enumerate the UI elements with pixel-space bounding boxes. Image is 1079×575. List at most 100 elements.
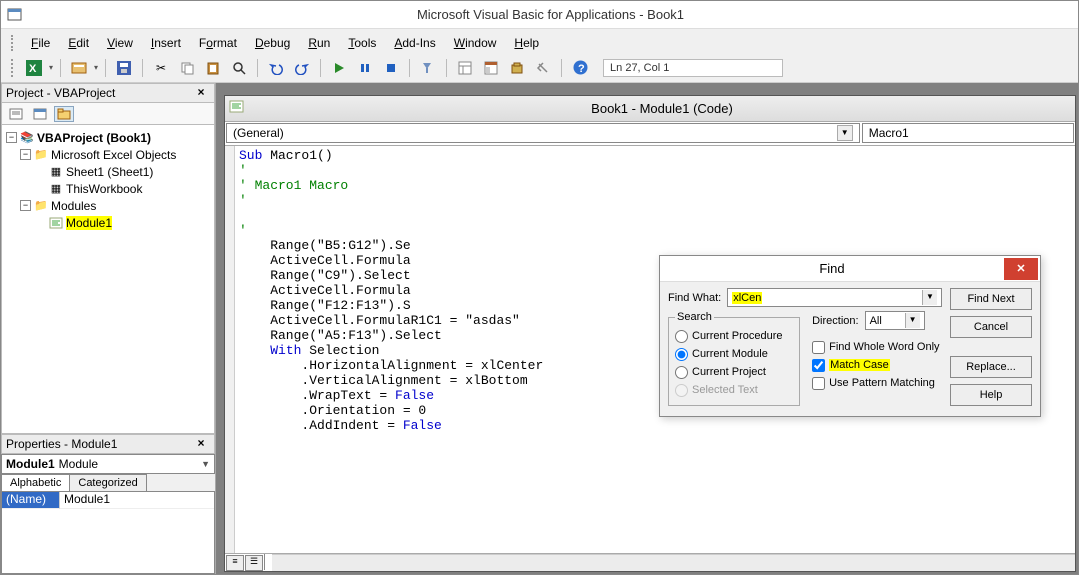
radio-current-module[interactable]: Current Module xyxy=(675,345,793,363)
properties-panel: Properties - Module1 × Module1 Module ▼ … xyxy=(1,434,215,574)
toolbar-grip[interactable] xyxy=(11,59,17,77)
find-close-icon[interactable]: ✕ xyxy=(1004,258,1038,280)
save-icon[interactable] xyxy=(113,57,135,79)
find-what-value: xlCen xyxy=(732,292,762,304)
module-icon xyxy=(48,217,64,229)
help-icon[interactable]: ? xyxy=(569,57,591,79)
cut-icon[interactable]: ✂ xyxy=(150,57,172,79)
tree-thisworkbook[interactable]: ThisWorkbook xyxy=(66,182,142,196)
tree-collapse-icon[interactable]: − xyxy=(20,149,31,160)
code-window-icon xyxy=(225,100,249,117)
direction-label: Direction: xyxy=(812,315,858,327)
check-whole-word[interactable]: Find Whole Word Only xyxy=(812,338,942,356)
dropdown-arrow-icon[interactable]: ▼ xyxy=(201,459,210,469)
copy-icon[interactable] xyxy=(176,57,198,79)
properties-tabs: Alphabetic Categorized xyxy=(1,474,215,492)
find-icon[interactable] xyxy=(228,57,250,79)
menu-help[interactable]: Help xyxy=(506,34,547,52)
tree-root[interactable]: VBAProject (Book1) xyxy=(37,131,151,145)
project-panel-toolbar xyxy=(1,103,215,125)
find-next-button[interactable]: Find Next xyxy=(950,288,1032,310)
properties-object-type: Module xyxy=(59,457,98,471)
radio-selected-text: Selected Text xyxy=(675,381,793,399)
toolbox-icon[interactable] xyxy=(532,57,554,79)
find-what-label: Find What: xyxy=(668,292,721,304)
dropdown-arrow-icon[interactable]: ▼ xyxy=(837,125,853,141)
procedure-dropdown[interactable]: Macro1 xyxy=(862,123,1074,143)
tree-collapse-icon[interactable]: − xyxy=(20,200,31,211)
radio-current-procedure[interactable]: Current Procedure xyxy=(675,327,793,345)
menu-run[interactable]: Run xyxy=(300,34,338,52)
app-window: Microsoft Visual Basic for Applications … xyxy=(0,0,1079,575)
code-gutter xyxy=(225,146,235,553)
help-button[interactable]: Help xyxy=(950,384,1032,406)
code-window-titlebar[interactable]: Book1 - Module1 (Code) xyxy=(225,96,1075,122)
redo-icon[interactable] xyxy=(291,57,313,79)
procedure-view-icon[interactable]: ≡ xyxy=(226,555,244,571)
radio-current-project[interactable]: Current Project xyxy=(675,363,793,381)
insert-dropdown-icon[interactable] xyxy=(68,57,90,79)
toggle-folders-icon[interactable] xyxy=(54,106,74,122)
menu-window[interactable]: Window xyxy=(446,34,505,52)
project-tree[interactable]: −📚VBAProject (Book1) −📁Microsoft Excel O… xyxy=(1,125,215,434)
menu-insert[interactable]: Insert xyxy=(143,34,189,52)
full-module-view-icon[interactable]: ☰ xyxy=(245,555,263,571)
undo-icon[interactable] xyxy=(265,57,287,79)
view-code-icon[interactable] xyxy=(6,106,26,122)
code-window-dropdowns: (General)▼ Macro1 xyxy=(225,122,1075,146)
project-panel-header: Project - VBAProject × xyxy=(1,83,215,103)
view-object-icon[interactable] xyxy=(30,106,50,122)
cancel-button[interactable]: Cancel xyxy=(950,316,1032,338)
menu-file[interactable]: File xyxy=(23,34,58,52)
toolbar: X ▾ ▾ ✂ ? Ln 27, Col 1 xyxy=(1,53,1078,83)
excel-icon[interactable]: X xyxy=(23,57,45,79)
project-panel-close-icon[interactable]: × xyxy=(192,85,210,101)
folder-icon: 📁 xyxy=(33,148,49,161)
app-icon xyxy=(7,8,23,22)
menu-format[interactable]: Format xyxy=(191,34,245,52)
project-explorer-icon[interactable] xyxy=(454,57,476,79)
code-window-footer: ≡ ☰ xyxy=(225,553,1075,571)
break-icon[interactable] xyxy=(354,57,376,79)
property-row[interactable]: (Name) Module1 xyxy=(2,492,214,509)
check-match-case[interactable]: Match Case xyxy=(812,356,942,374)
check-pattern-matching[interactable]: Use Pattern Matching xyxy=(812,374,942,392)
design-mode-icon[interactable] xyxy=(417,57,439,79)
menu-debug[interactable]: Debug xyxy=(247,34,298,52)
properties-panel-close-icon[interactable]: × xyxy=(192,436,210,452)
tab-alphabetic[interactable]: Alphabetic xyxy=(1,474,70,491)
properties-grid[interactable]: (Name) Module1 xyxy=(1,492,215,574)
menubar-grip[interactable] xyxy=(11,35,17,51)
properties-icon[interactable] xyxy=(480,57,502,79)
project-explorer-panel: Project - VBAProject × −📚VBAProject (Boo… xyxy=(1,83,215,434)
tree-modules[interactable]: Modules xyxy=(51,199,96,213)
dropdown-arrow-icon[interactable]: ▼ xyxy=(905,313,920,328)
tree-excel-objects[interactable]: Microsoft Excel Objects xyxy=(51,148,176,162)
tree-collapse-icon[interactable]: − xyxy=(6,132,17,143)
menu-view[interactable]: View xyxy=(99,34,141,52)
menu-edit[interactable]: Edit xyxy=(60,34,97,52)
property-name-value[interactable]: Module1 xyxy=(60,492,214,509)
tree-sheet1[interactable]: Sheet1 (Sheet1) xyxy=(66,165,153,179)
run-icon[interactable] xyxy=(328,57,350,79)
direction-dropdown[interactable]: All ▼ xyxy=(865,311,925,330)
find-dialog-titlebar[interactable]: Find ✕ xyxy=(660,256,1040,282)
reset-icon[interactable] xyxy=(380,57,402,79)
properties-object-selector[interactable]: Module1 Module ▼ xyxy=(1,454,215,474)
paste-icon[interactable] xyxy=(202,57,224,79)
replace-button[interactable]: Replace... xyxy=(950,356,1032,378)
find-what-input[interactable]: xlCen ▼ xyxy=(727,288,942,307)
menu-addins[interactable]: Add-Ins xyxy=(386,34,443,52)
dropdown-arrow-icon[interactable]: ▼ xyxy=(922,290,937,305)
tree-module1[interactable]: Module1 xyxy=(66,216,112,230)
search-scope-group: Search Current Procedure Current Module … xyxy=(668,311,800,406)
menu-tools[interactable]: Tools xyxy=(340,34,384,52)
tab-categorized[interactable]: Categorized xyxy=(69,474,146,492)
find-dialog: Find ✕ Find What: xlCen ▼ xyxy=(659,255,1041,417)
object-browser-icon[interactable] xyxy=(506,57,528,79)
horizontal-scrollbar[interactable] xyxy=(272,554,1075,571)
project-panel-title: Project - VBAProject xyxy=(6,86,115,100)
search-legend: Search xyxy=(675,311,714,323)
workbook-icon: ▦ xyxy=(48,182,64,195)
object-dropdown[interactable]: (General)▼ xyxy=(226,123,860,143)
